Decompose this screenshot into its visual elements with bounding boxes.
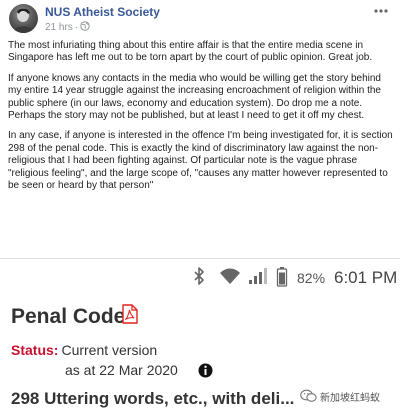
battery-icon (276, 266, 288, 293)
info-icon[interactable] (198, 363, 213, 383)
post-timestamp[interactable]: 21 hrs (45, 22, 73, 33)
post-paragraph-3: In any case, if anyone is interested in … (8, 130, 393, 192)
watermark-text: 新加坡红蚂蚁 (320, 393, 380, 404)
clock-time: 6:01 PM (334, 268, 398, 287)
pdf-icon[interactable] (122, 304, 138, 329)
page-avatar[interactable] (9, 4, 38, 33)
globe-icon (80, 21, 90, 34)
status-value: Current version (61, 342, 158, 358)
facebook-post: NUS Atheist Society 21 hrs · The most inf… (0, 0, 400, 258)
ellipsis-icon (374, 9, 388, 13)
status-label: Status: (11, 342, 59, 358)
meta-separator: · (74, 22, 79, 33)
section-divider (0, 258, 400, 259)
post-paragraph-2: If anyone knows any contacts in the medi… (8, 72, 381, 122)
penal-code-title: Penal Code (11, 305, 126, 328)
section-298-title[interactable]: 298 Uttering words, etc., with deli... (11, 389, 294, 409)
status-row: Status: Current version (11, 342, 157, 358)
post-paragraph-1: The most infuriating thing about this en… (8, 40, 373, 64)
phone-status-bar: 82% 6:01 PM (0, 262, 400, 292)
post-meta: 21 hrs · (45, 21, 90, 34)
post-header: NUS Atheist Society 21 hrs · (9, 4, 391, 34)
wechat-logo-icon (300, 389, 317, 402)
wifi-icon (219, 266, 241, 291)
page-name-link[interactable]: NUS Atheist Society (45, 5, 160, 19)
post-body: The most infuriating thing about this en… (8, 40, 394, 200)
bluetooth-icon (193, 266, 205, 291)
signal-strength-icon (248, 266, 268, 291)
more-options-button[interactable] (371, 4, 391, 18)
battery-percent: 82% (297, 270, 326, 286)
as-at-date: as at 22 Mar 2020 (65, 362, 178, 378)
